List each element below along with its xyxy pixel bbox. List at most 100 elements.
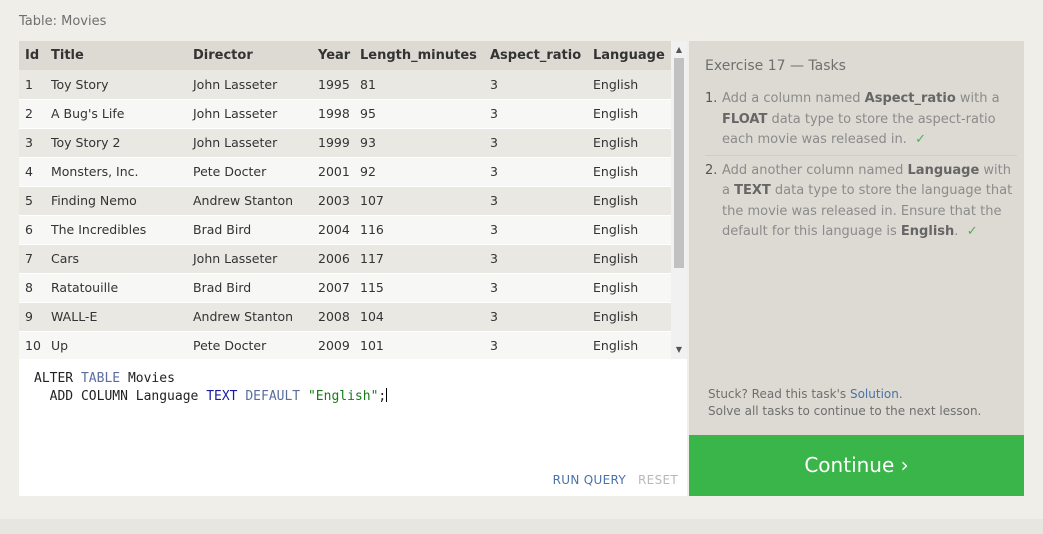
table-cell: 4 [19, 157, 45, 187]
table-cell: 1999 [312, 128, 354, 158]
table-row: 4 Monsters, Inc. Pete Docter 2001 92 3 English [19, 157, 671, 187]
table-cell: 95 [354, 99, 484, 129]
table-cell: The Incredibles [45, 215, 187, 245]
scroll-up-arrow-icon[interactable]: ▲ [671, 43, 687, 57]
table-cell: 2001 [312, 157, 354, 187]
table-cell: 6 [19, 215, 45, 245]
table-cell: John Lasseter [187, 244, 312, 274]
column-header: Length_minutes [354, 41, 484, 70]
checkmark-icon: ✓ [966, 224, 978, 239]
table-cell: English [587, 331, 671, 359]
column-header: Title [45, 41, 187, 70]
code-text: ; [378, 389, 387, 404]
table-row: 3 Toy Story 2 John Lasseter 1999 93 3 English [19, 128, 671, 158]
table-cell: 93 [354, 128, 484, 158]
table-cell: 5 [19, 186, 45, 216]
table-cell: 2 [19, 99, 45, 129]
table-scrollbar[interactable]: ▲ ▼ [671, 41, 687, 359]
column-header: Director [187, 41, 312, 70]
column-header: Year [312, 41, 354, 70]
task-emphasis: Aspect_ratio [864, 91, 956, 106]
task-emphasis: TEXT [734, 183, 771, 198]
task-text: with a [955, 91, 1000, 106]
table-cell: English [587, 70, 671, 100]
checkmark-icon: ✓ [915, 132, 926, 147]
table-cell: 2009 [312, 331, 354, 359]
tasks-title: Exercise 17 — Tasks [705, 58, 846, 74]
table-cell: Up [45, 331, 187, 359]
table-cell: English [587, 99, 671, 129]
task-text: . [954, 224, 959, 239]
table-header-row: Id Title Director Year Length_minutes As… [19, 41, 671, 70]
table-cell: 2004 [312, 215, 354, 245]
table-cell: Brad Bird [187, 273, 312, 303]
table-cell: Toy Story 2 [45, 128, 187, 158]
table-cell: 2006 [312, 244, 354, 274]
task-list: 1. Add a column named Aspect_ratio with a… [705, 89, 1017, 243]
table-cell: 3 [484, 273, 587, 303]
help-suffix: . [898, 387, 903, 401]
table-cell: 3 [484, 302, 587, 332]
scroll-thumb[interactable] [674, 58, 684, 268]
task-emphasis: English [900, 224, 955, 239]
table-cell: Cars [45, 244, 187, 274]
table-cell: Monsters, Inc. [45, 157, 187, 187]
code-type: TEXT [206, 389, 238, 404]
table-cell: 1995 [312, 70, 354, 100]
table-cell: 2008 [312, 302, 354, 332]
solution-link[interactable]: Solution [850, 387, 899, 401]
table-cell: Ratatouille [45, 273, 187, 303]
table-caption: Table: Movies [19, 14, 107, 29]
table-cell: John Lasseter [187, 128, 312, 158]
sql-editor[interactable]: ALTER TABLE Movies ADD COLUMN Language T… [19, 359, 687, 496]
table-cell: English [587, 128, 671, 158]
table-cell: 107 [354, 186, 484, 216]
table-cell: 3 [484, 157, 587, 187]
run-query-button[interactable]: RUN QUERY [553, 473, 626, 487]
table-body: 1 Toy Story John Lasseter 1995 81 3 English 2 A … [19, 70, 671, 359]
table-cell: 101 [354, 331, 484, 359]
table-cell: 3 [484, 331, 587, 359]
table-cell: 10 [19, 331, 45, 359]
table-cell: 104 [354, 302, 484, 332]
column-header: Id [19, 41, 45, 70]
table-cell: 3 [484, 186, 587, 216]
table-cell: Brad Bird [187, 215, 312, 245]
column-header: Aspect_ratio [484, 41, 587, 70]
table-cell: 7 [19, 244, 45, 274]
table-cell: Toy Story [45, 70, 187, 100]
table-cell: 2007 [312, 273, 354, 303]
continue-button[interactable]: Continue › [689, 435, 1024, 496]
table-cell: Andrew Stanton [187, 186, 312, 216]
table-cell: Finding Nemo [45, 186, 187, 216]
sql-code[interactable]: ALTER TABLE Movies ADD COLUMN Language T… [34, 370, 388, 406]
scroll-down-arrow-icon[interactable]: ▼ [671, 343, 687, 357]
table-cell: John Lasseter [187, 70, 312, 100]
table-row: 7 Cars John Lasseter 2006 117 3 English [19, 244, 671, 274]
table-row: 9 WALL-E Andrew Stanton 2008 104 3 English [19, 302, 671, 332]
table-cell: 9 [19, 302, 45, 332]
table-row: 10 Up Pete Docter 2009 101 3 English [19, 331, 671, 359]
table-cell: 1 [19, 70, 45, 100]
column-header: Language [587, 41, 671, 70]
reset-button[interactable]: RESET [638, 473, 678, 487]
table-cell: 3 [484, 70, 587, 100]
table-cell: English [587, 186, 671, 216]
table-cell: 81 [354, 70, 484, 100]
table-cell: Andrew Stanton [187, 302, 312, 332]
table-row: 1 Toy Story John Lasseter 1995 81 3 English [19, 70, 671, 100]
task-emphasis: Language [907, 162, 980, 178]
task-emphasis: FLOAT [722, 111, 768, 127]
table-cell: 115 [354, 273, 484, 303]
table-cell: 116 [354, 215, 484, 245]
table-cell: 3 [484, 215, 587, 245]
table-cell: English [587, 244, 671, 274]
task-number: 1. [705, 91, 718, 106]
help-prefix: Stuck? Read this task's [708, 387, 850, 401]
tasks-panel: Exercise 17 — Tasks 1. Add a column named… [689, 41, 1024, 435]
table-row: 6 The Incredibles Brad Bird 2004 116 3 English [19, 215, 671, 245]
task-text: Add a column named [722, 91, 865, 106]
table-cell: John Lasseter [187, 99, 312, 129]
table-cell: A Bug's Life [45, 99, 187, 129]
task-number: 2. [705, 162, 718, 178]
